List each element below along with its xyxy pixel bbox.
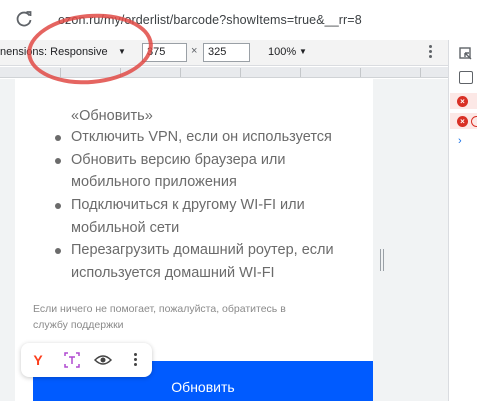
bullet [55,248,61,254]
list-item-text: мобильной сети [71,220,180,236]
inspect-element-icon[interactable] [459,47,473,61]
list-item-text: Подключиться к другому WI-FI или [71,197,305,213]
height-input[interactable]: 325 [203,43,250,62]
chevron-right-icon[interactable]: › [458,135,462,147]
list-item-text: «Обновить» [71,108,153,124]
bullet [55,158,61,164]
zoom-caret-icon[interactable]: ▼ [299,47,307,56]
devtools-panel-edge: × × › [448,40,477,401]
floating-toolbar: Y [21,343,152,377]
device-more-icon[interactable] [427,44,433,60]
list-item-text: Обновить версию браузера или [71,152,286,168]
list-item-text: Отключить VPN, если он используется [71,129,332,145]
error-outline-icon [471,116,477,127]
help-text: службу поддержки [33,319,124,331]
refresh-button-label: Обновить [171,379,235,395]
list-item-text: используется домашний WI-FI [71,265,275,281]
list-item-text: мобильного приложения [71,174,237,190]
text-select-icon[interactable] [64,352,80,368]
bullet [55,203,61,209]
times-sign: × [191,45,198,57]
device-mode-icon[interactable] [459,71,473,84]
list-item-text: Перезагрузить домашний роутер, если [71,242,334,258]
eye-icon[interactable] [94,353,112,367]
viewport-resize-handle[interactable] [380,249,384,271]
more-options-icon[interactable] [133,352,137,368]
bullet [55,135,61,141]
help-text: Если ничего не помогает, пожалуйста, обр… [33,303,286,315]
reload-icon[interactable] [14,9,34,29]
yandex-icon[interactable]: Y [31,352,45,368]
browser-window: ozon.ru/my/orderlist/barcode?showItems=t… [0,0,477,401]
error-icon: × [457,116,468,127]
zoom-dropdown[interactable]: 100% [268,46,296,58]
error-icon: × [457,96,468,107]
